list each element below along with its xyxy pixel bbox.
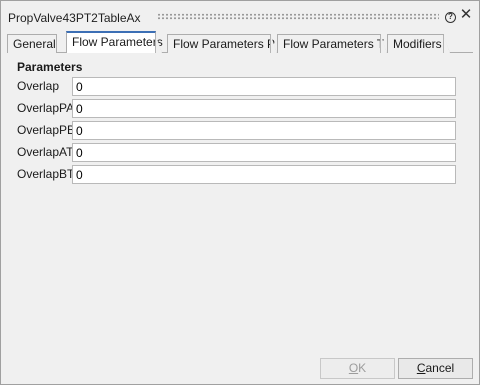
tab-panel	[7, 52, 473, 348]
tab-label: Modifiers	[393, 37, 442, 51]
section-title: Parameters	[17, 60, 83, 74]
tab-flow-parameters[interactable]: Flow Parameters	[66, 31, 163, 53]
tab-corner	[380, 34, 387, 53]
close-icon[interactable]: ✕	[459, 7, 473, 23]
overlap-pa-field[interactable]	[72, 99, 456, 118]
tab-modifiers[interactable]: Modifiers	[387, 34, 450, 53]
tab-label: Flow Parameters P	[173, 37, 276, 51]
tab-flow-parameters-t[interactable]: Flow Parameters T	[277, 34, 387, 53]
help-icon[interactable]: ?	[445, 12, 456, 23]
drag-grip[interactable]	[157, 13, 439, 20]
overlap-label: Overlap	[17, 79, 60, 93]
overlap-at-label: OverlapAT	[17, 145, 74, 159]
dialog-window: PropValve43PT2TableAx ? ✕ General Flow P…	[0, 0, 480, 385]
overlap-pa-label: OverlapPA	[17, 101, 75, 115]
tab-general[interactable]: General	[7, 34, 57, 53]
tab-strip: General Flow Parameters Flow Parameters …	[7, 31, 473, 53]
tab-label: Flow Parameters	[72, 35, 163, 49]
tab-flow-parameters-p[interactable]: Flow Parameters P	[167, 34, 277, 53]
overlap-field[interactable]	[72, 77, 456, 96]
ok-button[interactable]: OK	[320, 358, 395, 379]
overlap-pb-label: OverlapPB	[17, 123, 76, 137]
tab-corner	[270, 34, 277, 53]
tab-label: General	[13, 37, 56, 51]
title-bar[interactable]: PropValve43PT2TableAx ? ✕	[1, 1, 479, 31]
ok-mnemonic: O	[348, 361, 359, 375]
overlap-at-field[interactable]	[72, 143, 456, 162]
tab-corner	[443, 34, 450, 53]
window-title: PropValve43PT2TableAx	[8, 11, 141, 25]
tab-corner	[155, 34, 162, 53]
cancel-button[interactable]: Cancel	[398, 358, 473, 379]
overlap-pb-field[interactable]	[72, 121, 456, 140]
tab-label: Flow Parameters T	[283, 37, 385, 51]
ok-label: K	[358, 361, 367, 375]
overlap-bt-field[interactable]	[72, 165, 456, 184]
cancel-label: ancel	[425, 361, 455, 375]
overlap-bt-label: OverlapBT	[17, 167, 75, 181]
